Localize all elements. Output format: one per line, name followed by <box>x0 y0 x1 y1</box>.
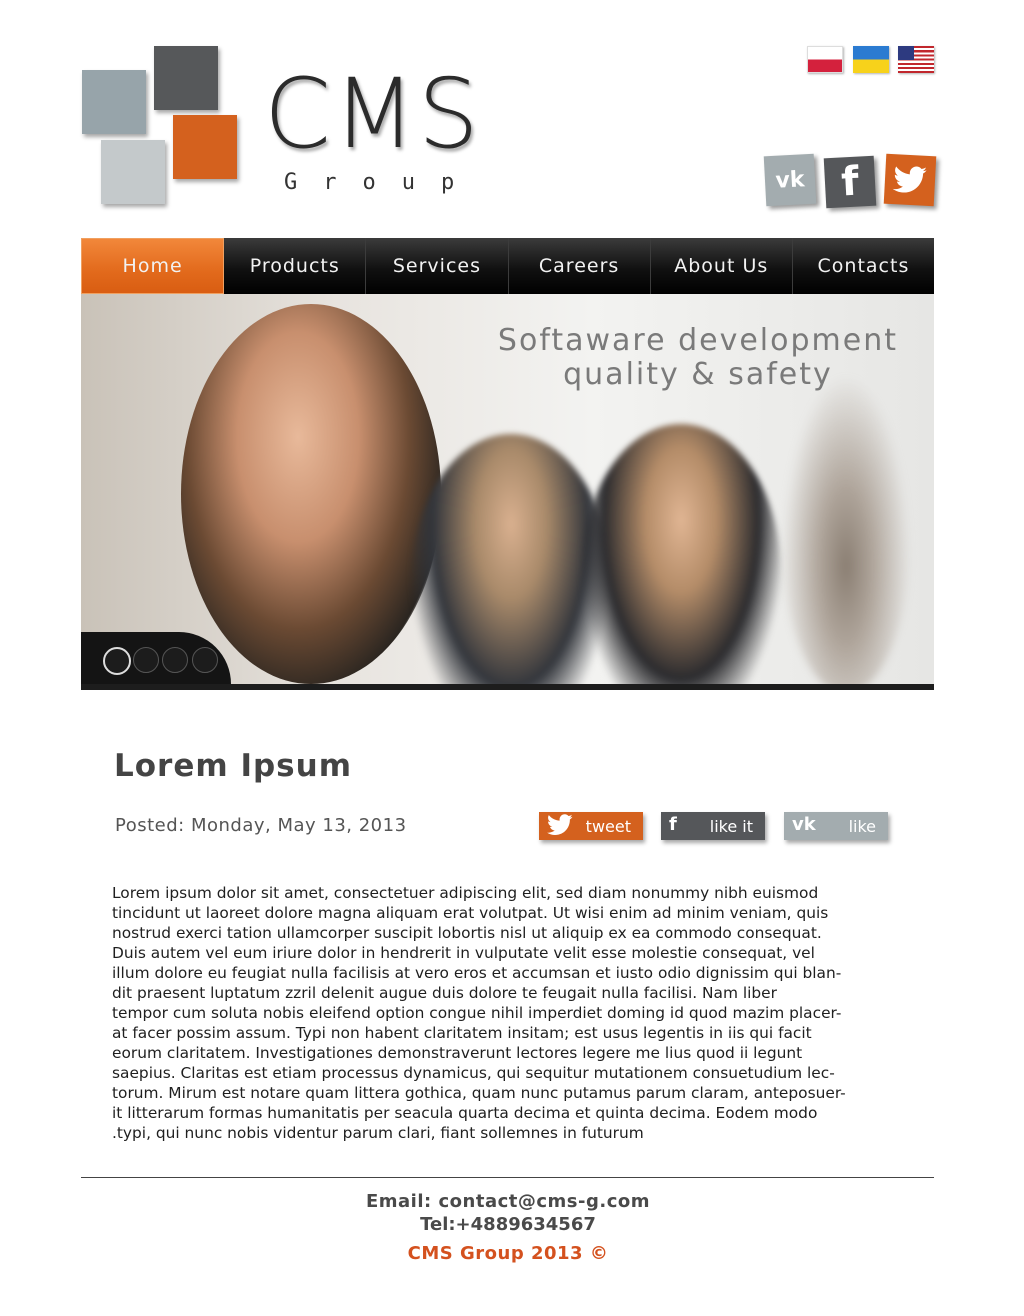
logo-subtitle: Group <box>284 170 481 195</box>
vk-glyph: vk <box>774 166 806 194</box>
post-body-line: saepius. Claritas est etiam processus dy… <box>112 1064 835 1082</box>
hero-tagline-line2: quality & safety <box>563 357 833 392</box>
tweet-button[interactable]: tweet <box>539 812 643 840</box>
vk-icon: vk <box>792 814 816 835</box>
post-body-line: dit praesent luptatum zzril delenit augu… <box>112 984 777 1002</box>
twitter-bird-icon <box>892 166 927 193</box>
hero-tagline-line1: Softaware development <box>497 323 898 358</box>
post-body: Lorem ipsum dolor sit amet, consectetuer… <box>112 883 898 1143</box>
post-body-line: torum. Mirum est notare quam littera got… <box>112 1084 846 1102</box>
hero-tagline: Softaware development quality & safety <box>498 324 898 392</box>
facebook-icon: f <box>669 814 677 835</box>
footer-copyright: CMS Group 2013 © <box>407 1243 609 1264</box>
nav-careers[interactable]: Careers <box>509 238 651 294</box>
slider-dots <box>81 632 231 684</box>
nav-contacts[interactable]: Contacts <box>793 238 934 294</box>
nav-home[interactable]: Home <box>81 238 225 294</box>
vk-icon[interactable]: vk <box>763 153 817 207</box>
twitter-icon[interactable] <box>883 153 937 207</box>
hero-photo-person-right <box>581 424 781 684</box>
twitter-icon <box>547 814 573 841</box>
logo-square-orange <box>173 115 237 179</box>
footer-phone[interactable]: Tel:+4889634567 <box>0 1214 1016 1235</box>
post-body-line: Lorem ipsum dolor sit amet, consectetuer… <box>112 884 819 902</box>
nav-services[interactable]: Services <box>366 238 509 294</box>
tweet-label: tweet <box>585 816 631 836</box>
post-body-line: it litterarum formas humanitatis per sea… <box>112 1104 818 1122</box>
post-body-line: nostrud exerci tation ullamcorper suscip… <box>112 924 822 942</box>
facebook-glyph: f <box>840 158 860 206</box>
post-body-line: at facer possim assum. Typi non habent c… <box>112 1024 812 1042</box>
logo-square-gray <box>82 70 146 134</box>
post-body-line: tempor cum soluta nobis eleifend option … <box>112 1004 842 1022</box>
post-date: Posted: Monday, May 13, 2013 <box>115 815 407 836</box>
hero-photo-person-main <box>181 304 441 684</box>
post-body-line: illum dolore eu feugiat nulla facilisis … <box>112 964 842 982</box>
logo-square-light <box>101 140 165 204</box>
poland-flag-icon[interactable] <box>807 46 843 73</box>
post-body-line: Duis autem vel eum iriure dolor in hendr… <box>112 944 815 962</box>
facebook-like-button[interactable]: f like it <box>661 812 765 840</box>
logo-wordmark: CMS <box>264 58 481 170</box>
footer-divider <box>81 1177 934 1178</box>
post-body-line: eorum claritatem. Investigationes demons… <box>112 1044 803 1062</box>
vk-like-label: like <box>848 816 876 836</box>
logo-square-dark <box>154 46 218 110</box>
nav-about-us[interactable]: About Us <box>651 238 793 294</box>
slider-dot-1[interactable] <box>103 647 131 675</box>
post-body-line: .typi, qui nunc nobis videntur parum cla… <box>112 1124 644 1142</box>
slider-dot-2[interactable] <box>133 647 159 673</box>
ukraine-flag-icon[interactable] <box>853 46 889 73</box>
hero-banner: Softaware development quality & safety <box>81 294 934 690</box>
footer-email[interactable]: Email: contact@cms-g.com <box>0 1191 1016 1212</box>
post-title: Lorem Ipsum <box>114 748 353 784</box>
vk-like-button[interactable]: vk like <box>784 812 888 840</box>
slider-dot-3[interactable] <box>162 647 188 673</box>
usa-flag-icon[interactable] <box>898 46 934 73</box>
post-body-line: tincidunt ut laoreet dolore magna aliqua… <box>112 904 829 922</box>
hero-photo-tree <box>781 374 911 684</box>
nav-products[interactable]: Products <box>224 238 367 294</box>
facebook-like-label: like it <box>709 816 753 836</box>
slider-dot-4[interactable] <box>192 647 218 673</box>
main-nav: Home Products Services Careers About Us … <box>81 238 934 294</box>
facebook-icon[interactable]: f <box>823 155 877 209</box>
